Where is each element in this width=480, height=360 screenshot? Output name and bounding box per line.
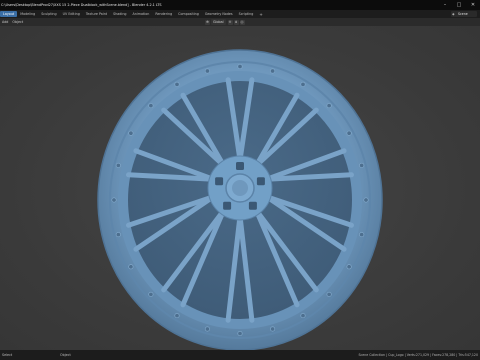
rim-bolt [128, 264, 134, 270]
tab-animation[interactable]: Animation [130, 11, 153, 17]
lug-hole [215, 177, 224, 186]
rim-bolt [128, 130, 134, 136]
rim-bolt [174, 313, 180, 319]
rim-bolt [326, 103, 332, 109]
rim-bolt [346, 264, 352, 270]
minimize-button[interactable]: – [438, 0, 452, 10]
rim-bolt [300, 313, 306, 319]
workspace-tabs: Layout Modeling Sculpting UV Editing Tex… [0, 10, 480, 18]
rim-bolt [359, 232, 365, 238]
transform-controls: ⊕ Global ⊙ ⋔ ◎ [205, 19, 246, 25]
tab-scripting[interactable]: Scripting [236, 11, 257, 17]
scene-label: Scene [458, 12, 468, 16]
tab-shading[interactable]: Shading [110, 11, 129, 17]
pivot-icon[interactable]: ⊙ [227, 19, 233, 25]
add-workspace-button[interactable]: + [256, 12, 265, 17]
rim-bolt [359, 162, 365, 168]
tab-uv-editing[interactable]: UV Editing [60, 11, 83, 17]
proportional-icon[interactable]: ◎ [239, 19, 245, 25]
tab-modeling[interactable]: Modeling [17, 11, 38, 17]
lug-hole [223, 201, 232, 210]
maximize-button[interactable]: □ [452, 0, 466, 10]
rim-bolt [148, 291, 154, 297]
rim-bolt [115, 162, 121, 168]
rim-bolt [174, 81, 180, 87]
add-menu[interactable]: Add [0, 20, 10, 24]
rim-bolt [300, 81, 306, 87]
orientation-icon: ⊕ [205, 19, 210, 25]
rim-bolt [148, 103, 154, 109]
rim-bolt [111, 197, 117, 203]
rim-bolt [363, 197, 369, 203]
snap-icon[interactable]: ⋔ [233, 19, 239, 25]
title-bar: C:\Users\Desktop\BlendProd27\XXS 15 2-Pi… [0, 0, 480, 10]
tab-compositing[interactable]: Compositing [175, 11, 202, 17]
close-button[interactable]: ✕ [466, 0, 480, 10]
rim-bolt [237, 330, 243, 336]
scene-icon: ◈ [452, 12, 455, 16]
object-menu[interactable]: Object [10, 20, 25, 24]
3d-viewport[interactable] [0, 26, 480, 352]
rim-bolt [270, 326, 276, 332]
window-title: C:\Users\Desktop\BlendProd27\XXS 15 2-Pi… [1, 3, 162, 7]
rim-bolt [326, 291, 332, 297]
rim-bolt [237, 63, 243, 69]
status-select: Select [2, 353, 13, 357]
scene-selector[interactable]: ◈ Scene [451, 11, 477, 17]
status-bar: Select Object Scene Collection | Cup_Log… [0, 350, 480, 360]
rim-bolt [204, 68, 210, 74]
orientation-dropdown[interactable]: Global [211, 19, 226, 25]
tab-geometry-nodes[interactable]: Geometry Nodes [202, 11, 236, 17]
status-stats: Scene Collection | Cup_Logo | Verts:271,… [358, 353, 479, 357]
tab-rendering[interactable]: Rendering [152, 11, 175, 17]
tab-layout[interactable]: Layout [0, 11, 18, 17]
rim-bolt [270, 68, 276, 74]
tab-sculpting[interactable]: Sculpting [38, 11, 59, 17]
lug-hole [256, 177, 265, 186]
tab-texture-paint[interactable]: Texture Paint [83, 11, 110, 17]
rim-bolt [115, 232, 121, 238]
wheel-model[interactable] [96, 48, 384, 352]
lug-hole [248, 201, 257, 210]
rim-bolt [204, 326, 210, 332]
rim-bolt [346, 130, 352, 136]
status-object: Object [60, 353, 71, 357]
lug-hole [236, 162, 244, 170]
